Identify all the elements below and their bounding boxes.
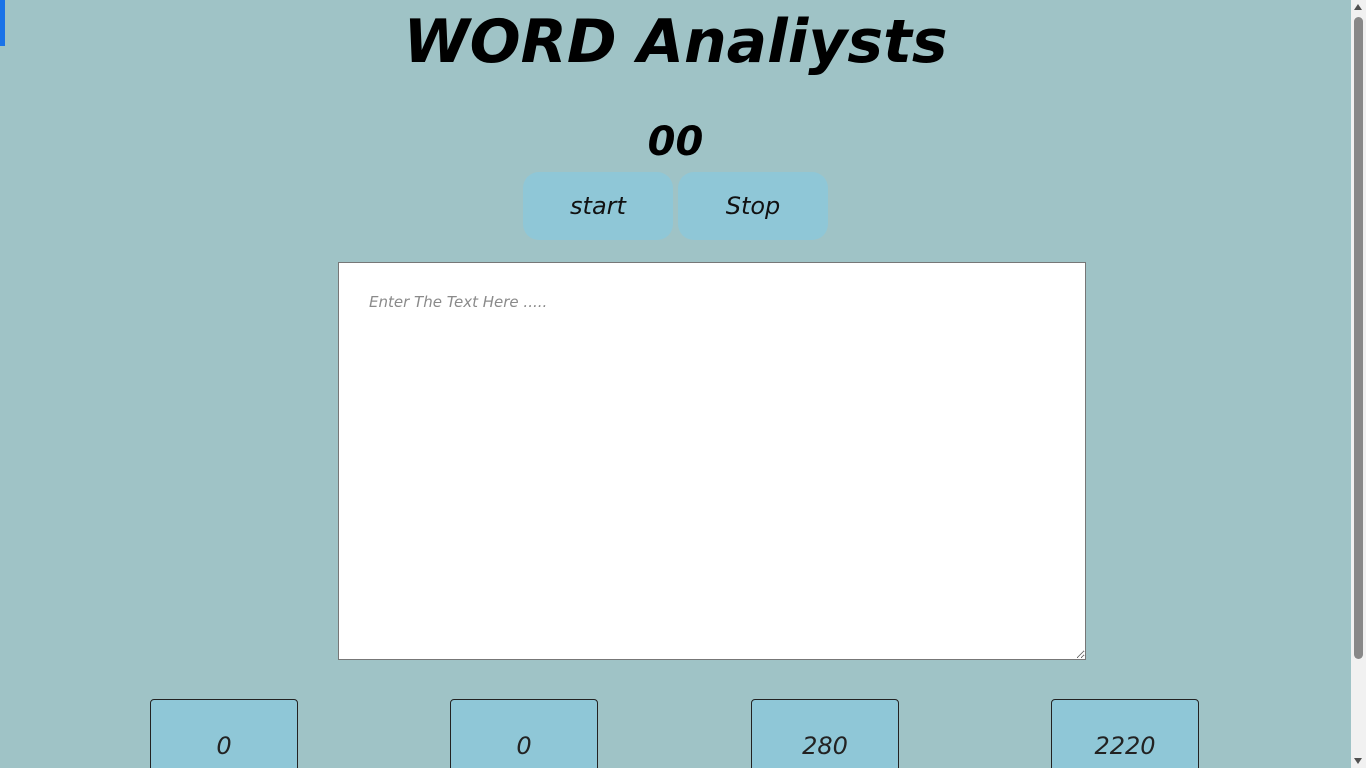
- scroll-up-icon[interactable]: [1354, 4, 1362, 10]
- app-page: WORD Analiysts 00 start Stop 0 0 280 222…: [0, 0, 1351, 768]
- stat-box-4: 2220: [1051, 699, 1199, 768]
- stat-value: 0: [516, 732, 532, 760]
- scroll-down-icon[interactable]: [1354, 758, 1362, 764]
- stat-value: 280: [802, 732, 848, 760]
- stat-value: 2220: [1094, 732, 1156, 760]
- stat-box-2: 0: [450, 699, 598, 768]
- stop-button[interactable]: Stop: [678, 172, 828, 240]
- stat-box-1: 0: [150, 699, 298, 768]
- stat-value: 0: [216, 732, 232, 760]
- scroll-thumb[interactable]: [1354, 17, 1363, 659]
- stat-box-3: 280: [751, 699, 899, 768]
- text-input-area[interactable]: [338, 262, 1086, 660]
- timer-display: 00: [647, 119, 704, 165]
- start-button[interactable]: start: [523, 172, 673, 240]
- page-title: WORD Analiysts: [403, 7, 948, 77]
- vertical-scrollbar[interactable]: [1351, 0, 1366, 768]
